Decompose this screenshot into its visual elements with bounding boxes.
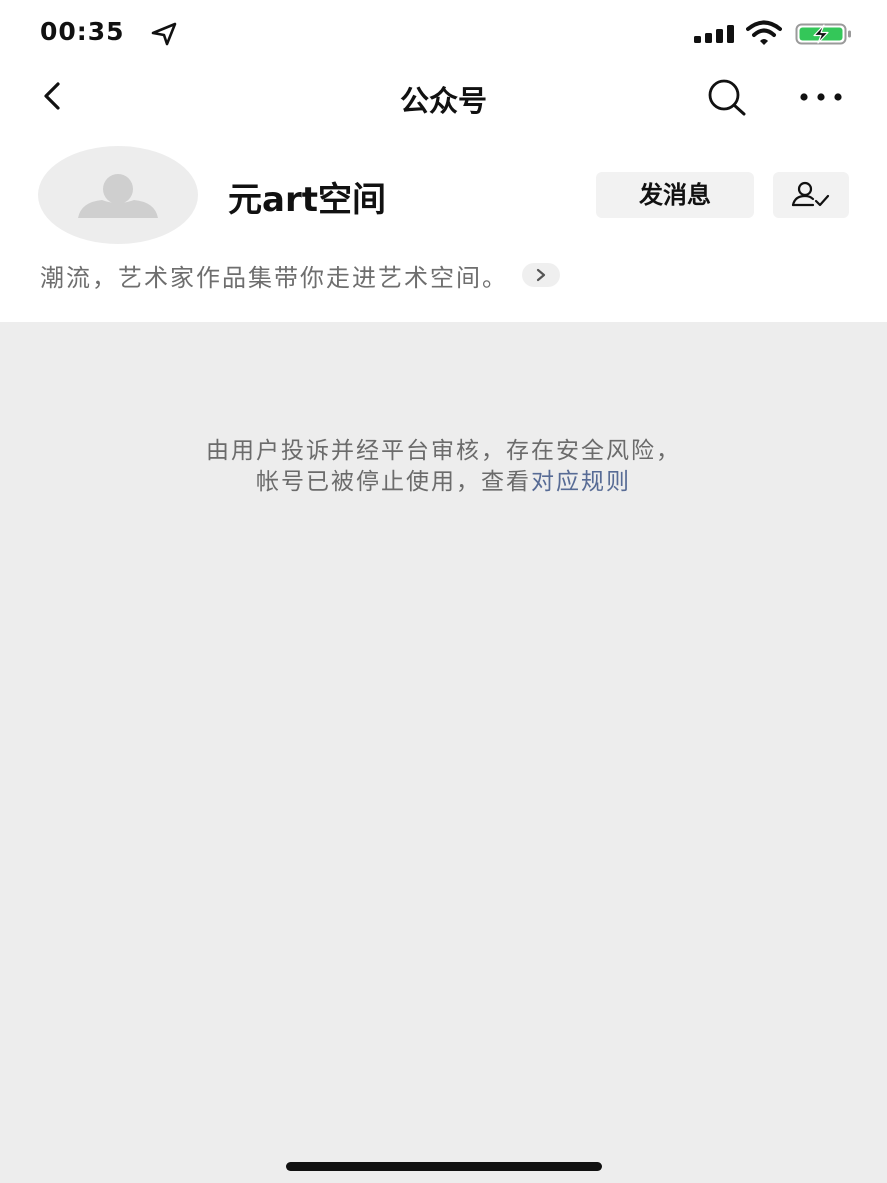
more-dots-icon — [800, 93, 842, 101]
default-user-avatar-icon — [78, 174, 158, 218]
search-button[interactable] — [703, 76, 749, 118]
notice-line-2-text: 帐号已被停止使用，查看 — [256, 469, 531, 495]
page-title: 公众号 — [399, 84, 487, 118]
description-expand-badge[interactable] — [522, 263, 560, 287]
back-button[interactable] — [30, 74, 74, 118]
screen: 00:35 公众号 元art空间 发消息 潮流，艺术家作品集带你走进艺术空间。 … — [0, 0, 887, 1183]
search-icon — [708, 79, 746, 116]
user-check-icon — [791, 181, 830, 207]
chevron-right-icon — [536, 268, 546, 282]
location-arrow-icon — [151, 22, 177, 46]
notice-line-2: 帐号已被停止使用，查看对应规则 — [0, 467, 887, 498]
battery-charging-icon — [795, 23, 851, 45]
notice-line-1: 由用户投诉并经平台审核，存在安全风险， — [206, 438, 681, 464]
send-message-button[interactable]: 发消息 — [596, 172, 754, 218]
more-button[interactable] — [796, 80, 846, 114]
follow-button[interactable] — [773, 172, 849, 218]
rules-link[interactable]: 对应规则 — [531, 469, 631, 495]
status-time: 00:35 — [40, 17, 125, 46]
account-suspended-notice: 由用户投诉并经平台审核，存在安全风险， 帐号已被停止使用，查看对应规则 — [0, 436, 887, 498]
account-name: 元art空间 — [228, 180, 386, 220]
account-header: 00:35 公众号 元art空间 发消息 潮流，艺术家作品集带你走进艺术空间。 — [0, 0, 887, 322]
chevron-left-icon — [44, 82, 60, 110]
account-description-row[interactable]: 潮流，艺术家作品集带你走进艺术空间。 — [40, 258, 560, 292]
account-description: 潮流，艺术家作品集带你走进艺术空间。 — [40, 263, 508, 292]
cellular-signal-icon — [694, 25, 734, 43]
avatar[interactable] — [38, 146, 198, 244]
wifi-icon — [746, 20, 782, 45]
home-indicator[interactable] — [286, 1162, 602, 1171]
